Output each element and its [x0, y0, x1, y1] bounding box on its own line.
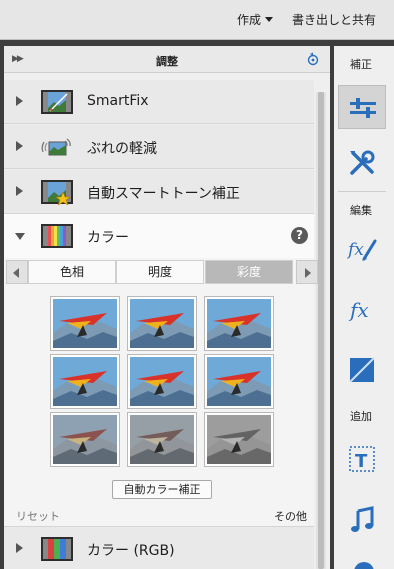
tab-saturation[interactable]: 彩度	[205, 260, 293, 284]
hang-glider-photo	[207, 357, 271, 406]
hang-glider-photo	[53, 357, 117, 406]
panel-settings-icon[interactable]	[306, 52, 320, 66]
caret-down-icon	[265, 17, 274, 22]
effects-button[interactable]: fx	[338, 287, 386, 331]
row-label: SmartFix	[87, 93, 149, 109]
shake-reduction-thumb-icon	[41, 138, 71, 156]
arrow-left-icon	[13, 268, 19, 278]
row-label: カラー (RGB)	[87, 543, 175, 559]
adjust-sliders-icon	[350, 98, 376, 118]
music-icon	[351, 506, 374, 532]
color-tabs: 色相 明度 彩度	[6, 260, 318, 284]
frames-button[interactable]	[338, 348, 386, 392]
svg-text:fx: fx	[348, 298, 369, 322]
saturation-preview-thumb[interactable]	[50, 296, 120, 351]
panel-scrollbar[interactable]	[316, 92, 326, 569]
text-icon: T	[349, 446, 375, 472]
adjust-button[interactable]	[338, 85, 386, 129]
create-menu-button[interactable]: 作成	[237, 11, 274, 28]
other-link[interactable]: その他	[274, 508, 307, 524]
panel-header: ▶▶ 調整	[4, 46, 330, 73]
expand-arrow-icon[interactable]	[16, 96, 23, 106]
hang-glider-photo	[53, 415, 117, 464]
tab-prev-button[interactable]	[6, 260, 28, 284]
color-adjust-body: 色相 明度 彩度 自動カラー補正 リセット その他	[4, 258, 318, 526]
saturation-preview-thumb[interactable]	[127, 412, 197, 467]
saturation-preview-thumb[interactable]	[127, 296, 197, 351]
auto-color-correct-button[interactable]: 自動カラー補正	[112, 480, 212, 499]
svg-text:T: T	[355, 451, 368, 472]
saturation-preview-thumb[interactable]	[204, 412, 274, 467]
help-icon[interactable]: ?	[291, 227, 308, 244]
saturation-preview-thumb[interactable]	[204, 296, 274, 351]
smartfix-thumb-icon	[41, 90, 73, 114]
fx-brush-icon: fx	[347, 239, 377, 261]
hang-glider-photo	[130, 415, 194, 464]
arrow-right-icon	[305, 268, 311, 278]
saturation-preview-grid	[50, 296, 274, 468]
export-share-button[interactable]: 書き出しと共有	[292, 11, 376, 28]
expand-arrow-icon[interactable]	[16, 543, 23, 553]
music-button[interactable]	[338, 498, 386, 542]
edit-section-label: 編集	[350, 204, 372, 217]
row-label: ぶれの軽減	[87, 141, 157, 157]
panel-title: 調整	[156, 55, 178, 68]
adjustments-panel: ▶▶ 調整 SmartFix ぶれの軽減 自動スマートトーン補正 カラー ? 色…	[4, 46, 330, 569]
hang-glider-photo	[53, 299, 117, 348]
hang-glider-photo	[207, 299, 271, 348]
frame-icon	[349, 357, 375, 383]
hang-glider-photo	[130, 357, 194, 406]
adjust-row-shake-reduction[interactable]: ぶれの軽減	[4, 125, 314, 169]
adjust-row-auto-smart-tone[interactable]: 自動スマートトーン補正	[4, 170, 314, 214]
adjust-row-color[interactable]: カラー ?	[4, 214, 314, 258]
expand-arrow-icon[interactable]	[16, 141, 23, 151]
top-menu-bar: 作成 書き出しと共有	[0, 0, 394, 40]
auto-smart-tone-thumb-icon	[41, 180, 73, 205]
hang-glider-photo	[207, 415, 271, 464]
saturation-preview-thumb[interactable]	[50, 412, 120, 467]
create-label: 作成	[237, 13, 262, 27]
tab-brightness[interactable]: 明度	[116, 260, 204, 284]
tools-icon	[350, 150, 375, 175]
adjust-row-smartfix[interactable]: SmartFix	[4, 80, 314, 124]
svg-text:fx: fx	[347, 240, 364, 260]
right-sidebar: 補正 編集 fx fx 追加 T	[334, 46, 394, 569]
collapse-arrow-icon[interactable]	[15, 233, 25, 240]
adjust-row-color-rgb[interactable]: カラー (RGB)	[4, 526, 314, 569]
tools-button[interactable]	[338, 141, 386, 185]
color-rgb-thumb-icon	[41, 537, 73, 561]
row-label: 自動スマートトーン補正	[87, 186, 240, 202]
sidebar-divider	[338, 191, 386, 192]
expand-arrow-icon[interactable]	[16, 186, 23, 196]
row-label: カラー	[87, 230, 129, 246]
tab-hue[interactable]: 色相	[28, 260, 116, 284]
fx-icon: fx	[348, 298, 369, 322]
saturation-preview-thumb[interactable]	[127, 354, 197, 409]
saturation-preview-thumb[interactable]	[50, 354, 120, 409]
add-section-label: 追加	[350, 410, 372, 423]
more-add-icon[interactable]	[354, 562, 374, 569]
text-button[interactable]: T	[338, 437, 386, 481]
saturation-preview-thumb[interactable]	[204, 354, 274, 409]
tab-next-button[interactable]	[296, 260, 318, 284]
correct-section-label: 補正	[350, 58, 372, 71]
scrollbar-thumb[interactable]	[318, 92, 324, 569]
color-thumb-icon	[41, 224, 73, 248]
reset-link[interactable]: リセット	[16, 508, 60, 524]
effects-brush-button[interactable]: fx	[338, 226, 386, 270]
hang-glider-photo	[130, 299, 194, 348]
